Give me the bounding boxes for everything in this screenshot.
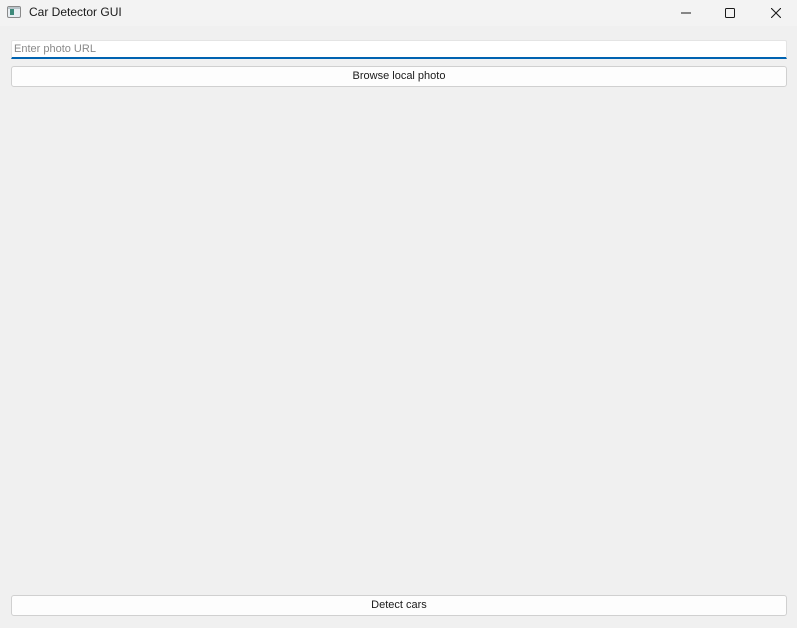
app-window-icon: [7, 6, 21, 18]
app-window: Car Detector GUI Browse local photo Dete…: [0, 0, 797, 628]
image-display-area: [11, 92, 787, 590]
maximize-button[interactable]: [707, 0, 753, 26]
minimize-icon: [681, 12, 691, 14]
window-title: Car Detector GUI: [29, 5, 122, 19]
close-icon: [771, 8, 781, 18]
title-bar[interactable]: Car Detector GUI: [0, 0, 797, 26]
maximize-icon: [725, 8, 735, 18]
minimize-button[interactable]: [663, 0, 709, 26]
detect-cars-button[interactable]: Detect cars: [11, 595, 787, 616]
photo-url-input[interactable]: [11, 40, 787, 59]
close-button[interactable]: [753, 0, 797, 26]
browse-local-photo-button[interactable]: Browse local photo: [11, 66, 787, 87]
